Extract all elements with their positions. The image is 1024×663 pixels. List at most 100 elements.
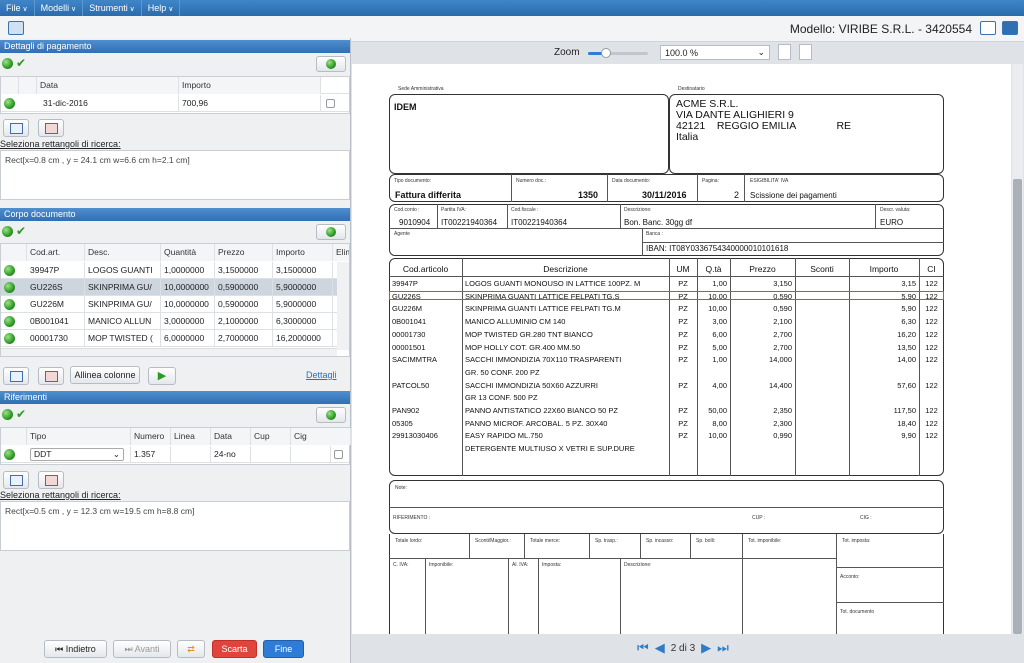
single-view-icon[interactable]	[980, 21, 996, 35]
last-page-icon[interactable]: ⏭	[717, 640, 729, 656]
confirm-riferimenti-button[interactable]	[316, 407, 346, 423]
item-code: 39947P	[392, 279, 418, 288]
item-cell: PZ	[678, 342, 688, 352]
col-importo[interactable]: Importo	[179, 77, 321, 94]
search-rect-input[interactable]: Rect[x=0.8 cm , y = 24.1 cm w=6.6 cm h=2…	[0, 150, 350, 200]
item-cell: EASY RAPIDO ML.750	[465, 431, 543, 441]
table-row[interactable]: 0B001041 MANICO ALLUN 3,0000000 2,1000000 6,…	[1, 313, 349, 330]
item-cell: 6,30	[901, 317, 916, 327]
delete-row-icon[interactable]	[38, 119, 64, 137]
tipo-select[interactable]: DDT ⌄	[27, 446, 131, 463]
play-icon[interactable]: ▶	[148, 367, 176, 385]
zoom-select[interactable]: 100.0 % ⌄	[660, 45, 770, 60]
item-cell: 14,400	[769, 380, 792, 390]
add-row-icon[interactable]	[3, 119, 29, 137]
item-code: 29913030406	[392, 431, 438, 441]
item-cell: 6,00	[712, 329, 727, 339]
item-cell: MOP TWISTED GR.280 TNT BIANCO	[465, 329, 593, 339]
corpo-scrollbar[interactable]	[337, 262, 349, 350]
checkmark-icon: ✔	[16, 224, 27, 238]
confirm-pagamento-button[interactable]	[316, 56, 346, 72]
row-status-icon	[4, 299, 15, 310]
item-cell: 122	[925, 317, 938, 327]
first-page-icon[interactable]: ⏮	[637, 640, 649, 656]
item-cell: 0,990	[773, 431, 792, 441]
delete-row-icon[interactable]	[38, 471, 64, 489]
allinea-colonne-button[interactable]: Allinea colonne	[70, 366, 140, 384]
confirm-corpo-button[interactable]	[316, 224, 346, 240]
folder-icon[interactable]	[8, 21, 24, 35]
indietro-button[interactable]: ⏮ Indietro	[44, 640, 107, 658]
item-cell: GR. 50 CONF. 200 PZ	[465, 367, 540, 377]
table-row[interactable]: DDT ⌄ 1.357 24-no	[1, 446, 349, 463]
item-cell: MOP HOLLY COT. GR.400 MM.50	[465, 342, 581, 352]
item-code: 00001501	[392, 342, 426, 352]
dettagli-link[interactable]: Dettagli	[306, 370, 337, 380]
corpo-table: Cod.art. Desc. Quantità Prezzo Importo E…	[0, 243, 350, 357]
item-cell: 1,00	[712, 355, 727, 365]
table-row[interactable]: 00001730 MOP TWISTED (6,0000000 2,7000000 1…	[1, 330, 349, 347]
corpo-hscrollbar[interactable]	[1, 348, 337, 356]
total-label: Sp. trasp.:	[595, 538, 618, 544]
zoom-label: Zoom	[554, 47, 580, 58]
next-page-icon[interactable]: ▶	[701, 640, 711, 656]
row-status-icon	[4, 449, 15, 460]
viewer-scrollbar[interactable]	[1012, 64, 1023, 634]
fine-button[interactable]: Fine	[263, 640, 304, 658]
menu-file[interactable]: File	[0, 0, 35, 16]
section-pagamento-title: Dettagli di pagamento	[0, 40, 350, 53]
item-cell: DETERGENTE MULTIUSO X VETRI E SUP.DURE	[465, 444, 635, 454]
model-title: Modello: VIRIBE S.R.L. - 3420554	[789, 22, 972, 36]
item-cell: LOGOS GUANTI MONOUSO IN LATTICE 100PZ. M	[465, 279, 641, 288]
page-indicator: 2 di 3	[670, 642, 696, 654]
section-riferimenti-title: Riferimenti	[0, 391, 350, 404]
search-rect-label: Seleziona rettangoli di ricerca:	[0, 139, 121, 149]
item-cell: 10,00	[708, 431, 727, 441]
item-cell: 2,100	[773, 317, 792, 327]
item-code: 0B001041	[392, 317, 427, 327]
menu-help[interactable]: Help	[142, 0, 181, 16]
menu-modelli[interactable]: Modelli	[35, 0, 84, 16]
add-row-icon[interactable]	[3, 367, 29, 385]
item-col-header: Q.tà	[705, 264, 722, 274]
item-cell: PZ	[678, 317, 688, 327]
table-row[interactable]: 39947P LOGOS GUANTI 1,0000000 3,1500000 3,15…	[1, 262, 349, 279]
item-cell: 14,00	[897, 355, 916, 365]
table-row[interactable]: GU226S SKINPRIMA GU/10,0000000 0,5900000 5,…	[1, 279, 349, 296]
pagamento-table: Data Importo 31-dic-2016 700,96	[0, 76, 350, 114]
table-row[interactable]: GU226M SKINPRIMA GU/10,0000000 0,5900000 5,…	[1, 296, 349, 313]
row-checkbox[interactable]	[334, 450, 343, 459]
checkmark-icon: ✔	[16, 56, 27, 70]
row-status-icon	[4, 282, 15, 293]
zoom-slider[interactable]	[588, 48, 648, 58]
item-cell: 3,00	[712, 317, 727, 327]
add-row-icon[interactable]	[3, 471, 29, 489]
prev-page-icon[interactable]: ◀	[655, 640, 665, 656]
item-cell: PZ	[678, 304, 688, 314]
col-data[interactable]: Data	[37, 77, 179, 94]
fit-width-icon[interactable]	[799, 44, 812, 60]
item-col-header: UM	[676, 264, 690, 274]
item-code: PAN902	[392, 406, 420, 415]
table-row[interactable]: 31-dic-2016 700,96	[1, 95, 349, 112]
row-checkbox[interactable]	[326, 99, 335, 108]
item-cell: 5,90	[901, 304, 916, 314]
item-cell: MANICO ALLUMINIO CM 140	[465, 317, 566, 327]
split-view-icon[interactable]	[1002, 21, 1018, 35]
delete-row-icon[interactable]	[38, 367, 64, 385]
menu-strumenti[interactable]: Strumenti	[83, 0, 142, 16]
avanti-button[interactable]: ⏭ Avanti	[113, 640, 171, 658]
item-code: SACIMMTRA	[392, 355, 437, 365]
item-cell: SACCHI IMMONDIZIA 70X110 TRASPARENTI	[465, 355, 622, 365]
scarta-button[interactable]: Scarta	[212, 640, 257, 658]
item-cell: 122	[925, 279, 938, 288]
left-panel: Dettagli di pagamento ✔ Data Importo 31-…	[0, 38, 351, 663]
swap-icon[interactable]: ⇄	[177, 640, 205, 658]
item-col-header: Sconti	[810, 264, 834, 274]
fit-page-icon[interactable]	[778, 44, 791, 60]
search-rect-input[interactable]: Rect[x=0.5 cm , y = 12.3 cm w=19.5 cm h=…	[0, 501, 350, 551]
item-cell: 117,50	[893, 406, 916, 415]
riferimenti-table: Tipo Numero Linea Data Cup Cig DDT ⌄ 1.35…	[0, 427, 351, 465]
item-code: GU226M	[392, 304, 423, 314]
item-col-header: Cod.articolo	[402, 264, 449, 274]
